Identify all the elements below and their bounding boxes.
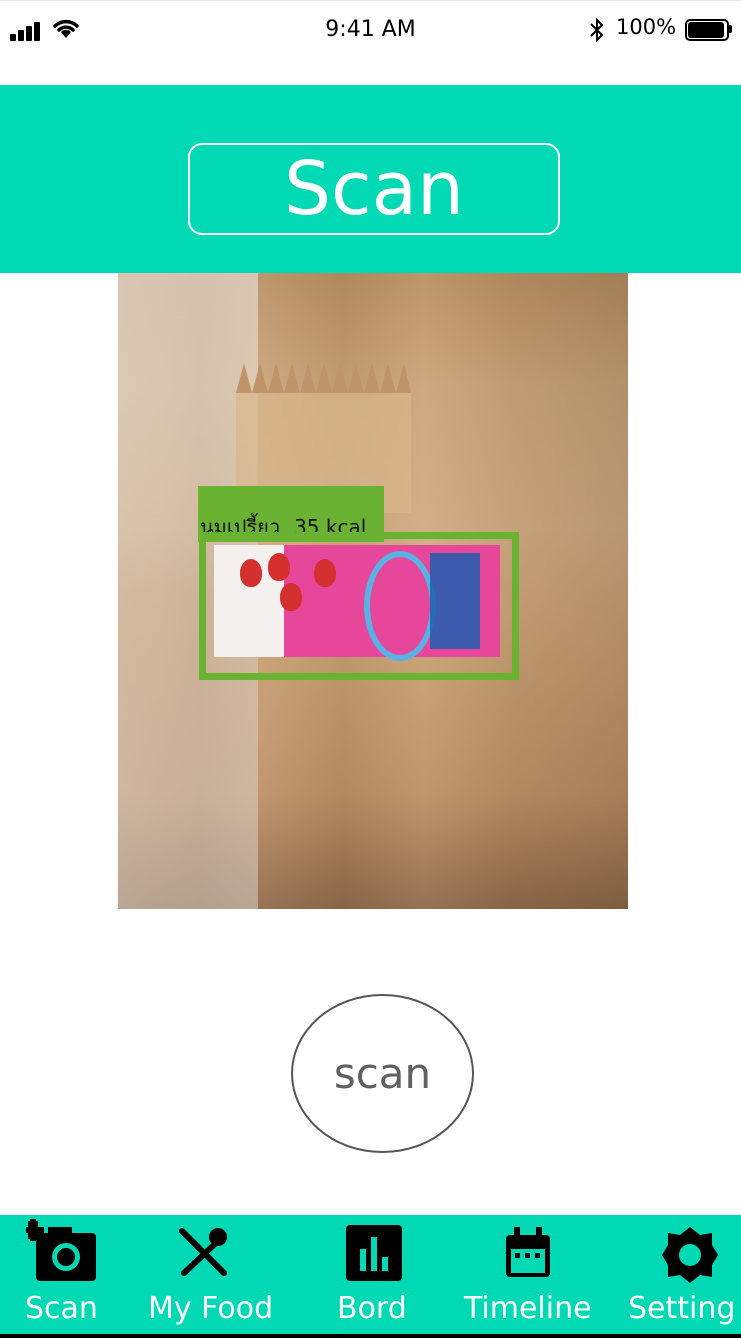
scan-photo: นมเปรี้ยว 35 kcal [118,273,628,909]
header: Scan [0,85,741,273]
tab-bord[interactable]: Bord [320,1215,430,1334]
detection-box [199,532,519,680]
battery-percent: 100% [616,15,677,39]
bluetooth-icon [590,17,604,43]
fork-spoon-icon [179,1228,227,1276]
tab-scan[interactable]: Scan [0,1215,122,1334]
page-title: Scan [188,143,560,235]
scan-button[interactable]: scan [291,994,474,1153]
add-camera-icon [26,1219,96,1281]
tab-timeline-label: Timeline [464,1291,592,1326]
status-bar: 9:41 AM 100% [0,0,741,61]
calendar-icon [506,1227,550,1277]
bar-chart-icon [346,1225,402,1281]
tab-setting[interactable]: Setting [620,1215,741,1334]
tab-bar: Scan My Food Bord Timeline Setting [0,1215,741,1338]
tab-scan-label: Scan [25,1291,98,1326]
tab-my-food[interactable]: My Food [140,1215,290,1334]
battery-icon [685,19,733,41]
tab-my-food-label: My Food [148,1291,274,1326]
tab-bord-label: Bord [337,1291,407,1326]
tab-timeline[interactable]: Timeline [460,1215,600,1334]
tab-setting-label: Setting [628,1291,736,1326]
gear-icon [662,1227,718,1283]
